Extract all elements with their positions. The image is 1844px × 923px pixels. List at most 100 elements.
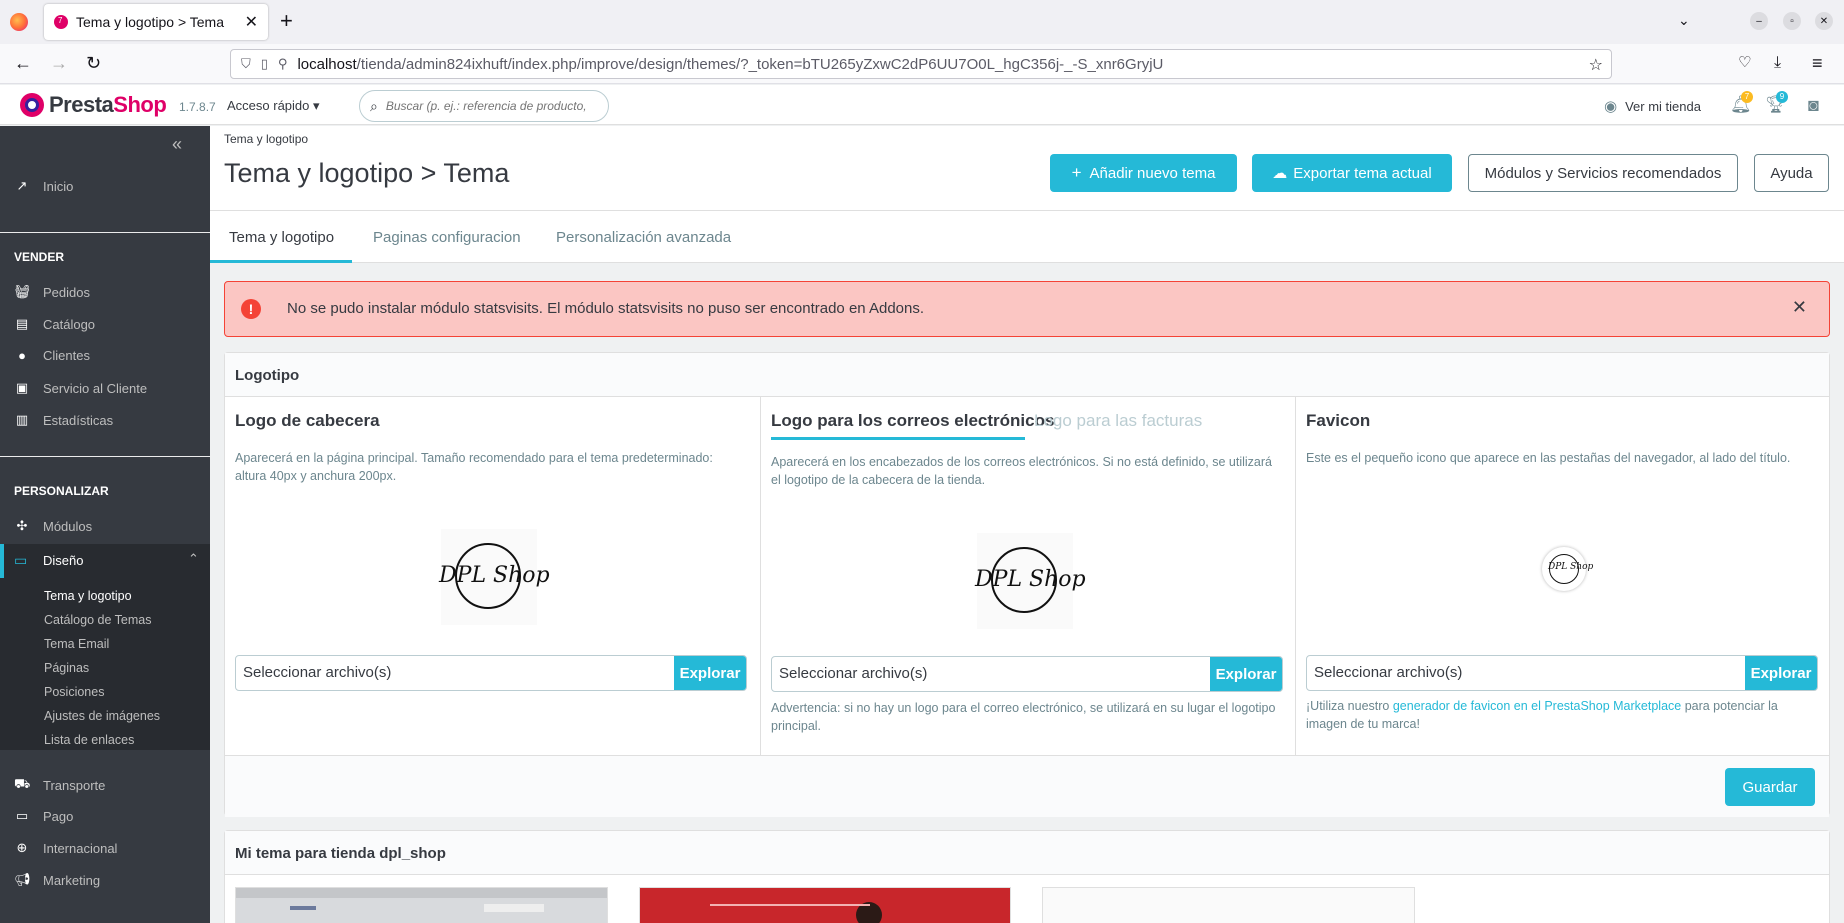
truck-icon: ⛟ <box>14 776 31 791</box>
downloads-icon[interactable]: ⤓ <box>1774 53 1781 73</box>
quick-access-dropdown[interactable]: Acceso rápido ▾ <box>227 98 320 114</box>
alert-error-icon: ! <box>241 299 261 319</box>
bookmark-star-icon[interactable]: ☆ <box>1589 55 1603 75</box>
back-icon[interactable]: ← <box>14 53 32 73</box>
menu-icon[interactable]: ≡ <box>1812 53 1823 73</box>
search-box[interactable]: ⌕ <box>359 90 609 122</box>
reload-icon[interactable]: ↻ <box>86 53 101 73</box>
chat-icon: ▣ <box>15 380 29 395</box>
email-logo-file-input[interactable]: Seleccionar archivo(s) Explorar <box>771 656 1283 692</box>
credit-card-icon: ▭ <box>15 808 29 823</box>
theme-card-title: Mi tema para tienda dpl_shop <box>235 845 446 862</box>
browser-tab[interactable]: Tema y logotipo > Tema ✕ <box>44 4 268 40</box>
sidebar-subitem-pages[interactable]: Páginas <box>44 661 89 675</box>
sidebar-subitem-theme-logo[interactable]: Tema y logotipo <box>44 589 132 603</box>
logo-card: Logotipo Logo de cabecera Aparecerá en l… <box>224 352 1830 817</box>
favicon-generator-link[interactable]: generador de favicon en el PrestaShop Ma… <box>1393 699 1681 713</box>
sidebar-subitem-theme-catalog[interactable]: Catálogo de Temas <box>44 613 151 627</box>
puzzle-icon: ✣ <box>16 518 28 533</box>
maximize-icon[interactable]: ▫ <box>1783 12 1801 30</box>
store-icon: ▤ <box>15 316 29 331</box>
sidebar-item-customer-service[interactable]: ▣ Servicio al Cliente <box>14 380 147 396</box>
view-shop-link[interactable]: ◉ Ver mi tienda <box>1604 97 1701 115</box>
shield-icon[interactable]: ⛉ <box>241 56 251 72</box>
theme-card-header: Mi tema para tienda dpl_shop <box>225 831 1829 875</box>
sidebar-item-stats[interactable]: ▥ Estadísticas <box>14 412 113 428</box>
sidebar-subitem-image-settings[interactable]: Ajustes de imágenes <box>44 709 160 723</box>
forward-icon[interactable]: → <box>50 53 68 73</box>
close-tab-icon[interactable]: ✕ <box>245 12 258 32</box>
theme-thumbnail[interactable] <box>235 887 608 923</box>
favicon-note: ¡Utiliza nuestro generador de favicon en… <box>1306 699 1778 731</box>
megaphone-icon: 📢︎ <box>14 872 31 887</box>
connection-icon[interactable]: ⚲ <box>278 56 288 72</box>
brand-name[interactable]: PrestaShop <box>49 92 167 118</box>
tab-list-icon[interactable]: ⌄ <box>1678 12 1690 29</box>
tab-invoice-logo[interactable]: Logo para las facturas <box>1034 411 1202 431</box>
browse-button[interactable]: Explorar <box>1745 656 1817 690</box>
email-logo-column: Logo para los correos electrónicos Logo … <box>760 397 1295 755</box>
page-header: Tema y logotipo Tema y logotipo > Tema +… <box>210 126 1844 210</box>
main-content: Tema y logotipo Tema y logotipo > Tema +… <box>210 126 1844 923</box>
account-icon[interactable]: ◙ <box>1808 95 1819 116</box>
error-alert: ! No se pudo instalar módulo statsvisits… <box>224 281 1830 337</box>
browse-button[interactable]: Explorar <box>674 656 746 690</box>
breadcrumb[interactable]: Tema y logotipo <box>224 132 308 146</box>
cloud-download-icon: ☁ <box>1272 165 1288 182</box>
sidebar-item-design[interactable]: ▭ Diseño ⌃ <box>0 544 210 578</box>
sidebar-item-catalog[interactable]: ▤ Catálogo <box>14 316 95 332</box>
theme-thumbnail[interactable] <box>1042 887 1415 923</box>
favicon-title: Favicon <box>1306 411 1371 430</box>
header-logo-file-input[interactable]: Seleccionar archivo(s) Explorar <box>235 655 747 691</box>
tab-email-logo[interactable]: Logo para los correos electrónicos <box>771 411 1054 431</box>
url-bar[interactable]: ⛉ ▯ ⚲ localhost /tienda/admin824ixhuft/i… <box>230 49 1612 79</box>
sidebar-subitem-link-list[interactable]: Lista de enlaces <box>44 733 134 747</box>
close-icon[interactable]: ✕ <box>1792 297 1807 318</box>
prestashop-logo-icon[interactable] <box>20 93 44 117</box>
header-logo-image: DPL Shop <box>439 529 550 625</box>
browse-button[interactable]: Explorar <box>1210 657 1282 691</box>
sidebar-item-modules[interactable]: ✣ Módulos <box>14 518 93 534</box>
sidebar-subitem-positions[interactable]: Posiciones <box>44 685 104 699</box>
sidebar-item-marketing[interactable]: 📢︎ Marketing <box>14 872 100 888</box>
prestashop-favicon-icon <box>54 15 68 29</box>
search-input[interactable] <box>385 99 586 113</box>
search-icon[interactable]: ⌕ <box>370 98 378 115</box>
tab-theme-logo[interactable]: Tema y logotipo <box>229 229 334 246</box>
sidebar-item-shipping[interactable]: ⛟ Transporte <box>14 776 105 794</box>
sidebar-item-payment[interactable]: ▭ Pago <box>14 808 74 824</box>
page-title: Tema y logotipo > Tema <box>224 158 510 188</box>
sidebar-item-international[interactable]: ⊕ Internacional <box>14 840 118 856</box>
help-button[interactable]: Ayuda <box>1754 154 1829 192</box>
active-subtab-indicator <box>771 437 1025 440</box>
browser-tab-title: Tema y logotipo > Tema <box>76 14 224 30</box>
plus-icon: + <box>1071 163 1082 182</box>
chevron-up-icon: ⌃ <box>188 551 199 566</box>
minimize-icon[interactable]: – <box>1750 12 1768 30</box>
active-tab-indicator <box>210 260 352 263</box>
pocket-icon[interactable]: ♡ <box>1738 53 1751 73</box>
sidebar-item-orders[interactable]: 🧺︎ Pedidos <box>14 284 90 300</box>
sidebar-item-customers[interactable]: ● Clientes <box>14 348 90 363</box>
favicon-file-input[interactable]: Seleccionar archivo(s) Explorar <box>1306 655 1818 691</box>
add-theme-button[interactable]: + Añadir nuevo tema <box>1050 154 1237 192</box>
browser-tabbar: Tema y logotipo > Tema ✕ + ⌄ – ▫ ✕ <box>0 0 1844 44</box>
tab-pages-config[interactable]: Paginas configuracion <box>373 229 521 246</box>
favicon-description: Este es el pequeño icono que aparece en … <box>1306 451 1791 465</box>
export-theme-button[interactable]: ☁ Exportar tema actual <box>1252 154 1452 192</box>
favicon-image: DPL Shop <box>1542 547 1593 591</box>
trophy-badge: 9 <box>1776 91 1788 103</box>
sidebar-section-customize: PERSONALIZAR <box>14 484 109 498</box>
new-tab-icon[interactable]: + <box>280 10 293 32</box>
email-logo-image: DPL Shop <box>975 533 1086 629</box>
theme-thumbnail[interactable] <box>639 887 1011 923</box>
sidebar-item-home[interactable]: ↗ Inicio <box>14 178 74 194</box>
save-button[interactable]: Guardar <box>1725 768 1815 806</box>
sidebar-subitem-email-theme[interactable]: Tema Email <box>44 637 109 651</box>
bar-chart-icon: ▥ <box>15 412 29 427</box>
basket-icon: 🧺︎ <box>14 284 31 299</box>
recommended-modules-button[interactable]: Módulos y Servicios recomendados <box>1468 154 1738 192</box>
close-window-icon[interactable]: ✕ <box>1815 12 1833 30</box>
tab-advanced-customization[interactable]: Personalización avanzada <box>556 229 731 246</box>
collapse-sidebar-icon[interactable]: « <box>172 134 182 155</box>
